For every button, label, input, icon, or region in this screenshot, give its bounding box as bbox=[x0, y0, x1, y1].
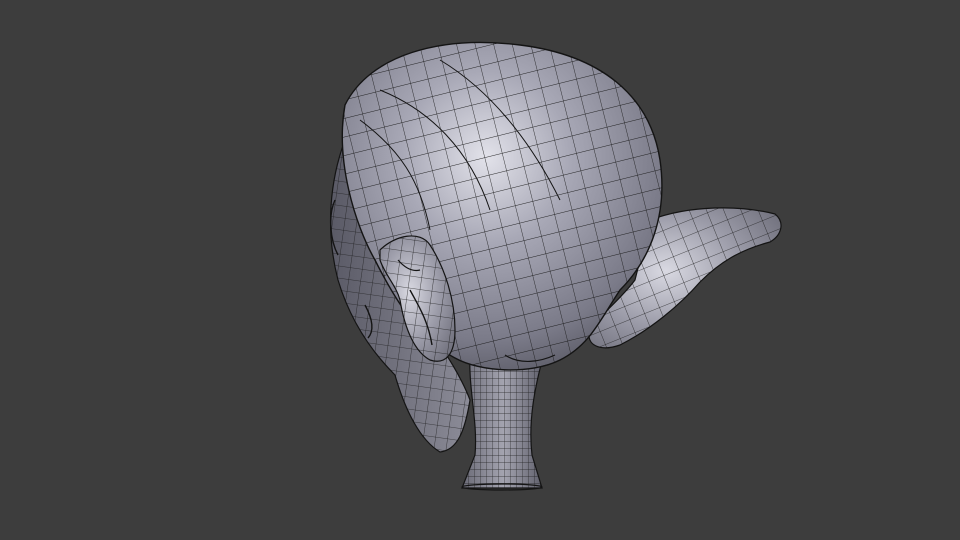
neck-mesh bbox=[461, 349, 546, 491]
3d-viewport[interactable] bbox=[0, 0, 960, 540]
viewport-canvas[interactable] bbox=[0, 0, 960, 540]
